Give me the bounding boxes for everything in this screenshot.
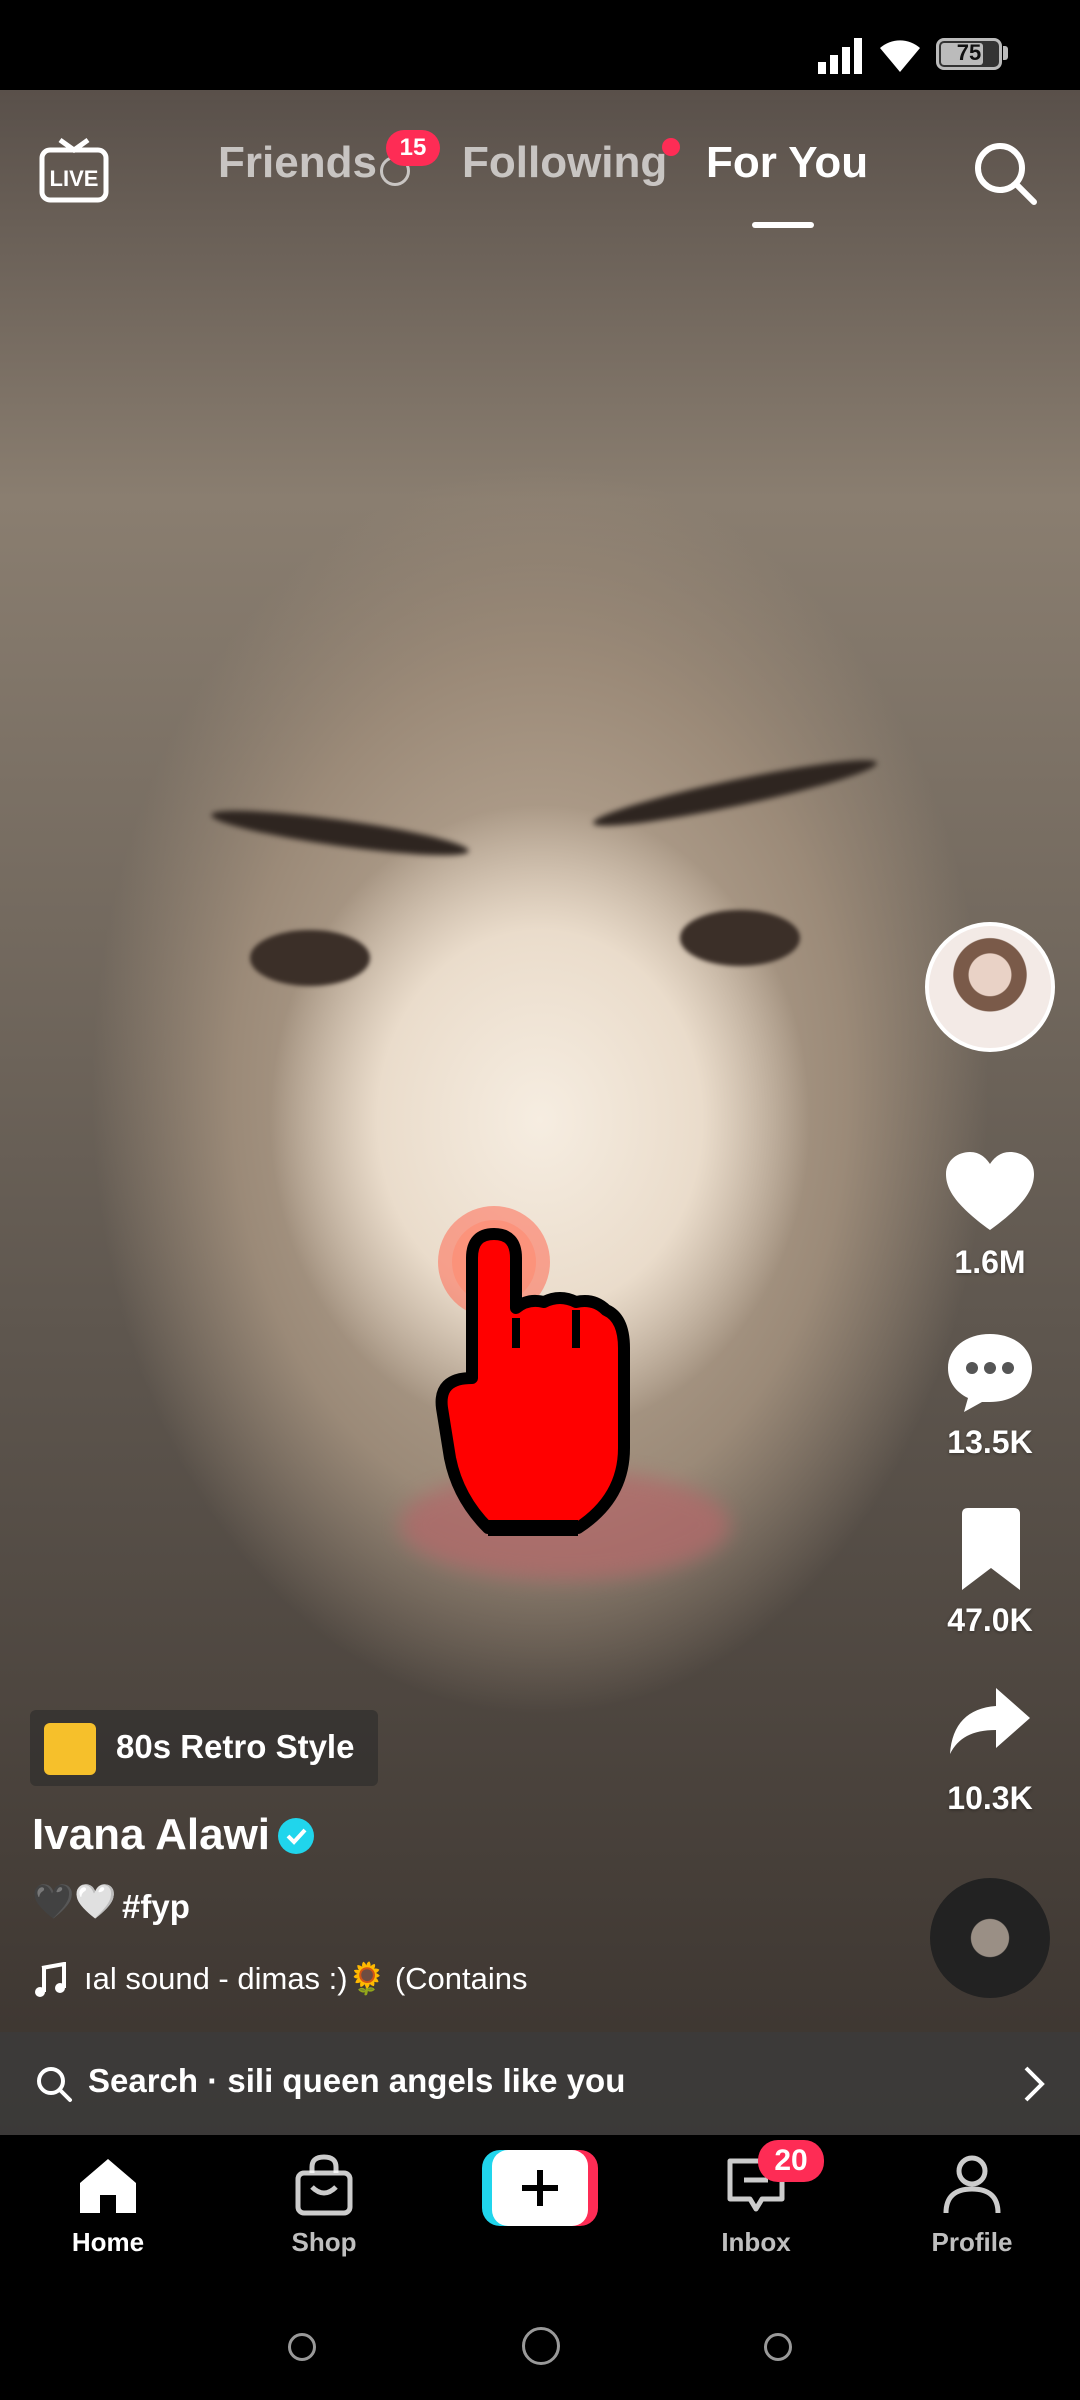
nav-shop-label: Shop — [291, 2227, 357, 2257]
system-back-button[interactable] — [288, 2333, 316, 2361]
nav-shop[interactable]: Shop — [244, 2135, 404, 2285]
sound-name: ıal sound - dimas :)🌻 (Contains — [84, 1961, 528, 1996]
creator-username[interactable]: Ivana Alawi — [32, 1810, 270, 1860]
hashtag-fyp[interactable]: #fyp — [122, 1888, 190, 1926]
heart-icon[interactable] — [944, 1150, 1036, 1234]
sound-row[interactable]: ıal sound - dimas :)🌻 (Contains — [32, 1958, 532, 2002]
system-nav-bar — [0, 2285, 1080, 2400]
nav-home[interactable]: Home — [28, 2135, 188, 2285]
caption-emoji: 🖤🤍 — [32, 1883, 117, 1921]
share-icon[interactable] — [948, 1684, 1032, 1756]
battery-level: 75 — [956, 40, 982, 65]
search-icon[interactable] — [970, 138, 1040, 208]
saves-count: 47.0K — [947, 1602, 1033, 1638]
effect-chip[interactable]: 80s Retro Style — [30, 1710, 378, 1786]
comment-icon[interactable] — [944, 1330, 1036, 1414]
inbox-badge: 20 — [758, 2140, 824, 2182]
search-suggestion-bar[interactable]: Search · sili queen angels like you — [0, 2032, 1080, 2135]
shares-count: 10.3K — [947, 1780, 1033, 1816]
effect-label: 80s Retro Style — [116, 1728, 355, 1765]
shopping-bag-icon — [295, 2154, 353, 2216]
tab-friends[interactable]: Friends — [218, 138, 377, 188]
profile-icon — [943, 2155, 1001, 2214]
nav-profile-label: Profile — [931, 2227, 1013, 2257]
create-button[interactable] — [482, 2150, 598, 2226]
effect-icon — [44, 1723, 96, 1775]
likes-count: 1.6M — [954, 1244, 1026, 1280]
verified-badge-icon — [278, 1818, 314, 1854]
tab-active-indicator — [752, 222, 814, 228]
wifi-icon — [880, 40, 920, 72]
tab-for-you[interactable]: For You — [706, 138, 868, 188]
live-button[interactable]: LIVE — [38, 136, 114, 206]
live-tv-icon: LIVE — [39, 137, 109, 203]
system-home-button[interactable] — [522, 2327, 560, 2365]
nav-home-label: Home — [71, 2227, 145, 2257]
music-note-icon — [35, 1962, 66, 1997]
friends-badge: 15 — [386, 130, 440, 166]
chevron-right-icon — [1024, 2066, 1045, 2102]
plus-icon — [522, 2170, 558, 2206]
nav-inbox-label: Inbox — [721, 2227, 791, 2257]
sound-disc[interactable] — [930, 1878, 1050, 1998]
creator-avatar[interactable] — [925, 922, 1055, 1052]
tab-following[interactable]: Following — [462, 138, 667, 188]
search-icon — [37, 2067, 72, 2102]
tap-hint-icon — [435, 1206, 630, 1536]
comments-count: 13.5K — [947, 1424, 1033, 1460]
svg-text:LIVE: LIVE — [50, 166, 99, 191]
system-recents-button[interactable] — [764, 2333, 792, 2361]
status-bar: 75 — [0, 0, 1080, 90]
nav-profile[interactable]: Profile — [892, 2135, 1052, 2285]
home-icon — [80, 2159, 136, 2213]
bookmark-icon[interactable] — [956, 1508, 1026, 1592]
signal-icon — [818, 38, 862, 74]
following-new-dot — [662, 138, 680, 156]
search-suggestion-text: Search · sili queen angels like you — [88, 2062, 626, 2099]
